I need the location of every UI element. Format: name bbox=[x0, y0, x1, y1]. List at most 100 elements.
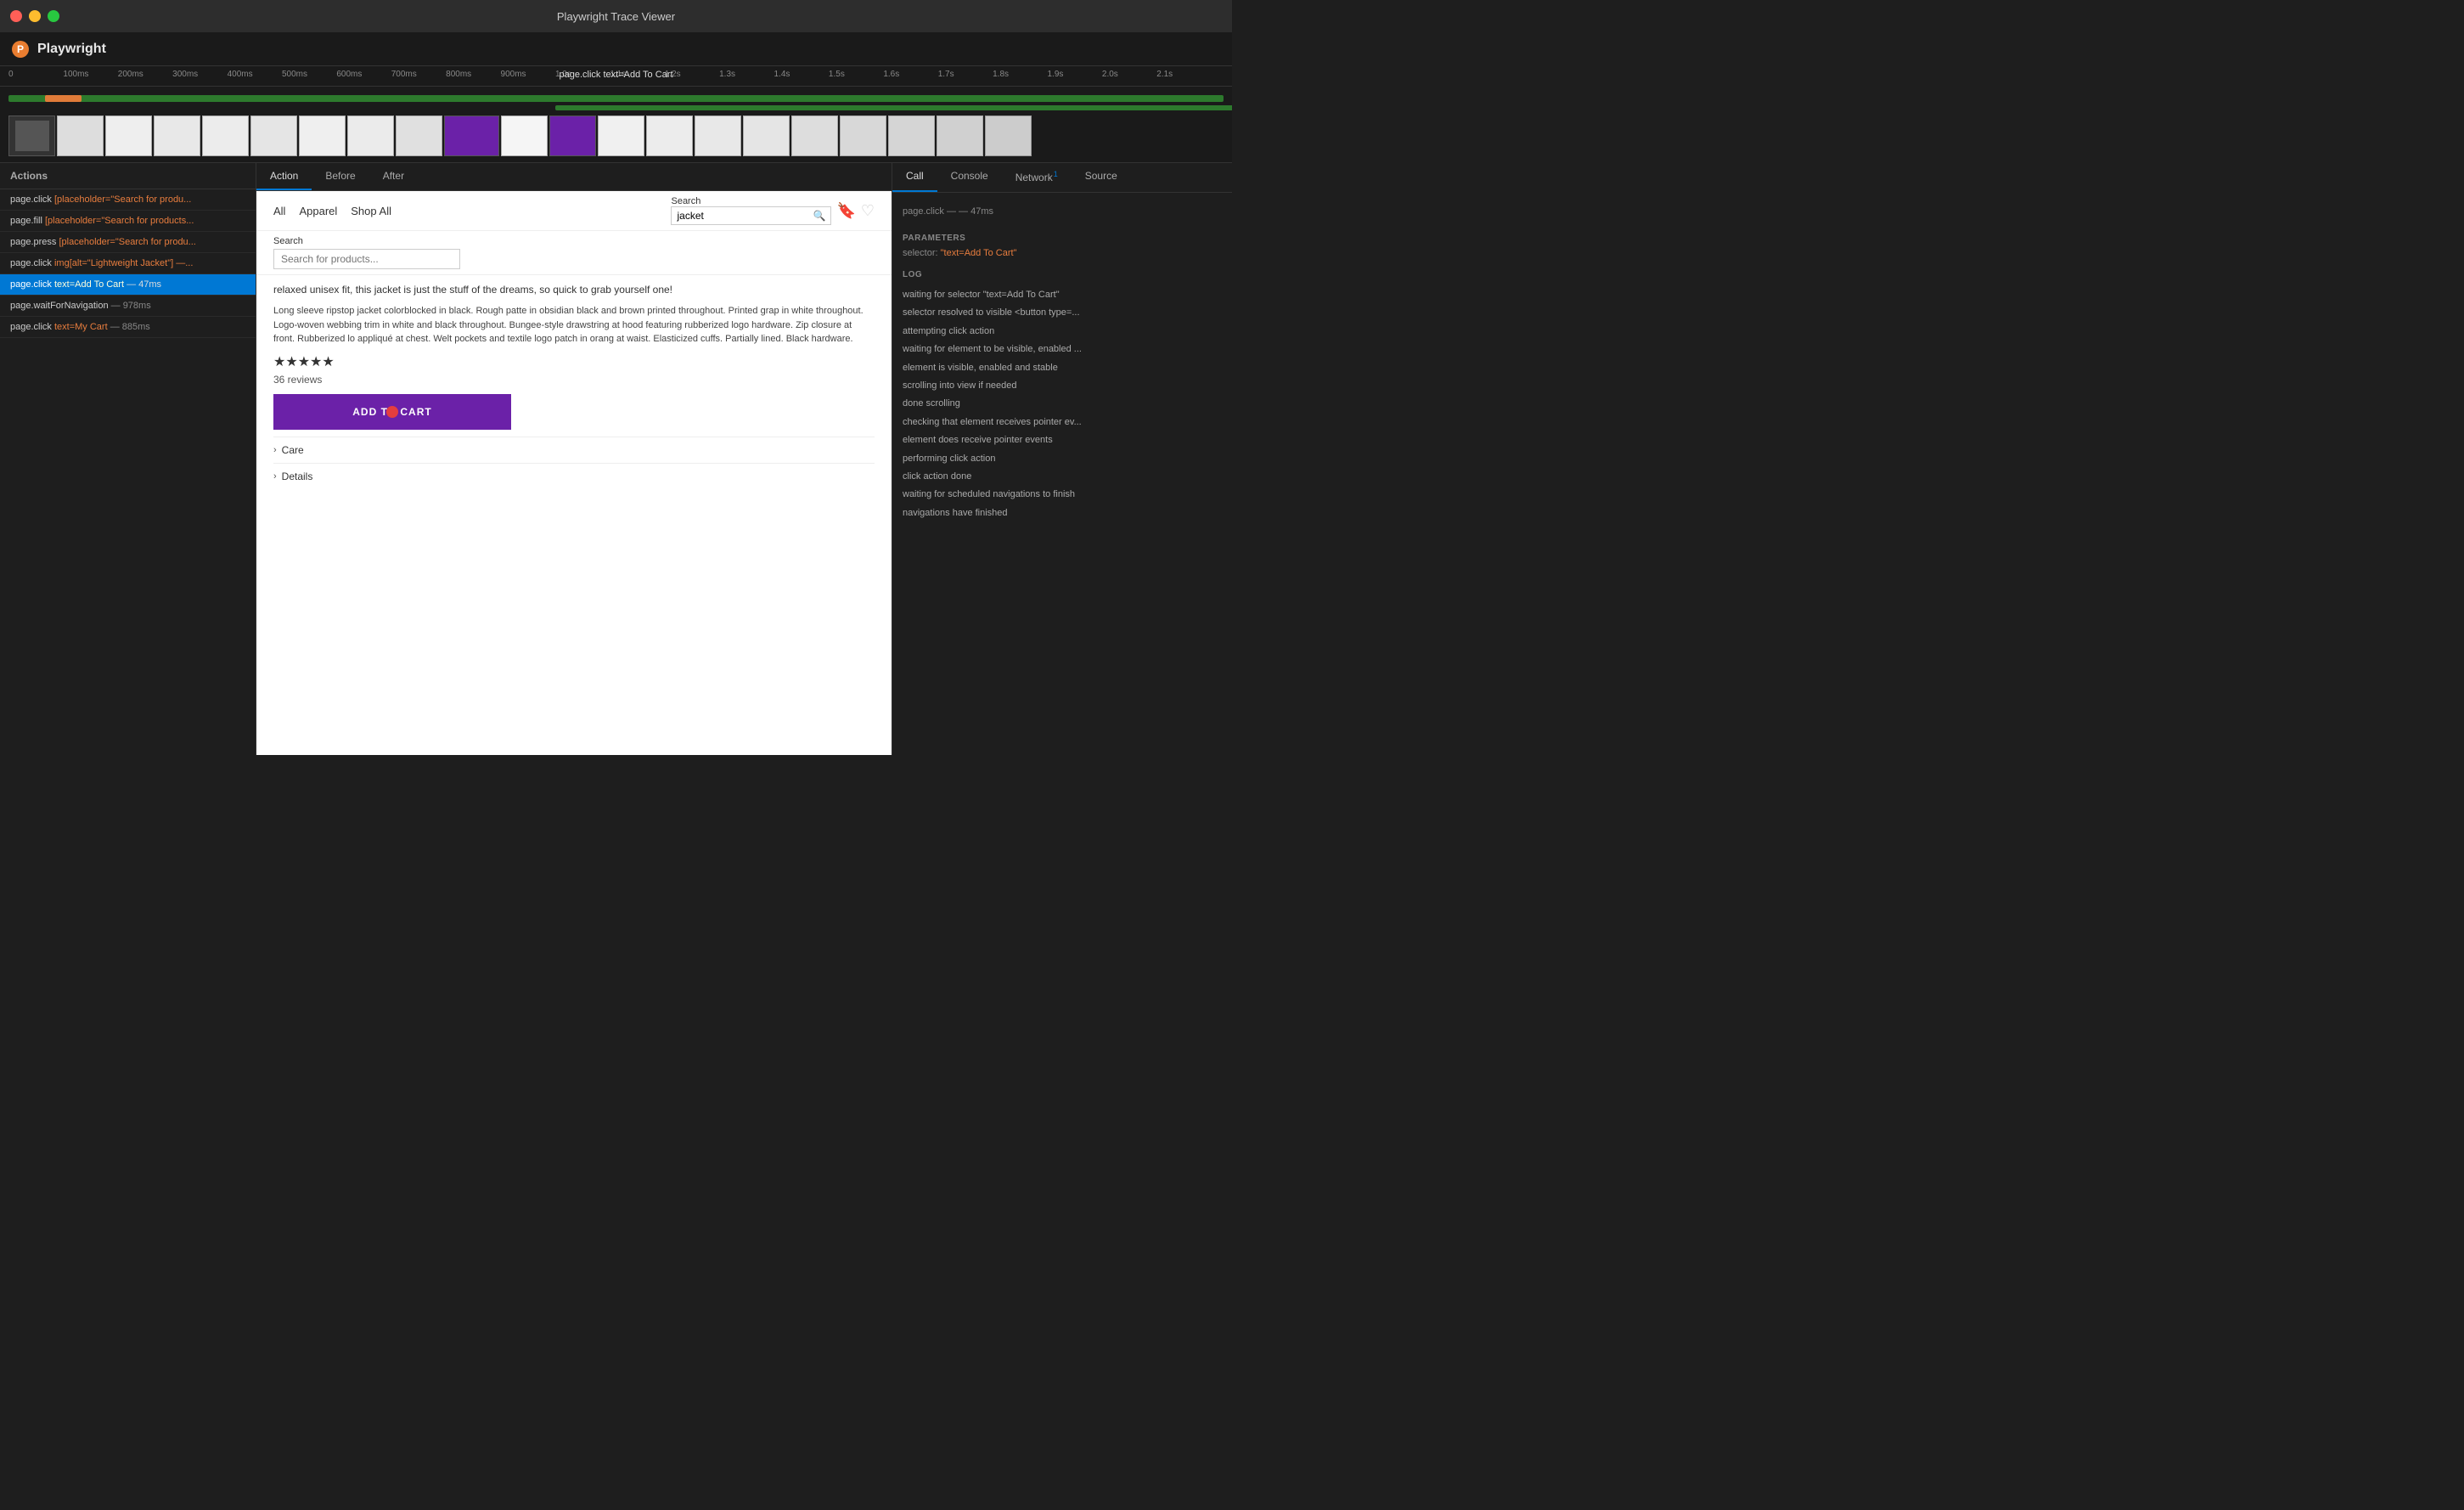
screenshot-thumb-11[interactable] bbox=[598, 116, 644, 156]
screenshot-thumb-9[interactable] bbox=[396, 116, 442, 156]
ruler-mark-300: 300ms bbox=[172, 70, 198, 79]
screenshot-thumb-7[interactable] bbox=[299, 116, 346, 156]
search-input-2[interactable] bbox=[273, 249, 460, 269]
ruler-mark-17: 1.7s bbox=[938, 70, 954, 79]
tab-source[interactable]: Source bbox=[1072, 163, 1131, 192]
screenshot-thumb-1[interactable] bbox=[8, 116, 55, 156]
log-section: waiting for selector "text=Add To Cart" … bbox=[892, 283, 1232, 526]
screenshot-thumb-10[interactable] bbox=[501, 116, 548, 156]
search-label-2: Search bbox=[273, 236, 875, 246]
nav-link-all[interactable]: All bbox=[273, 205, 285, 217]
right-content: page.click — — 47ms PARAMETERS selector:… bbox=[892, 193, 1232, 755]
screenshot-thumb-18[interactable] bbox=[937, 116, 983, 156]
log-item-2: selector resolved to visible <button typ… bbox=[892, 304, 1232, 322]
call-action-time: — bbox=[947, 206, 959, 217]
playwright-logo-icon: P bbox=[10, 39, 31, 59]
screenshot-thumb-15[interactable] bbox=[791, 116, 838, 156]
param-key: selector: bbox=[903, 248, 938, 258]
screenshot-thumb-17[interactable] bbox=[888, 116, 935, 156]
action-item-7[interactable]: page.click text=My Cart — 885ms bbox=[0, 317, 256, 338]
action-item-2[interactable]: page.fill [placeholder="Search for produ… bbox=[0, 211, 256, 232]
ruler-mark-500: 500ms bbox=[282, 70, 307, 79]
params-section-label: PARAMETERS bbox=[892, 230, 1232, 246]
right-panel: Call Console Network1 Source page.click … bbox=[892, 163, 1232, 755]
favorite-icon[interactable]: ♡ bbox=[861, 202, 875, 220]
action-selector-5: text=Add To Cart bbox=[54, 279, 124, 290]
ruler-mark-600: 600ms bbox=[336, 70, 362, 79]
chevron-care-icon: › bbox=[273, 445, 277, 455]
action-item-1[interactable]: page.click [placeholder="Search for prod… bbox=[0, 189, 256, 211]
action-selector-7: text=My Cart bbox=[54, 322, 108, 332]
log-item-13: navigations have finished bbox=[892, 504, 1232, 522]
minimize-button[interactable] bbox=[29, 10, 41, 22]
screenshot-thumb-2[interactable] bbox=[57, 116, 104, 156]
call-title: page.click — — 47ms bbox=[903, 206, 1222, 217]
maximize-button[interactable] bbox=[48, 10, 59, 22]
log-item-1: waiting for selector "text=Add To Cart" bbox=[892, 286, 1232, 304]
action-item-3[interactable]: page.press [placeholder="Search for prod… bbox=[0, 232, 256, 253]
screenshot-thumb-14[interactable] bbox=[743, 116, 790, 156]
timeline-track-main bbox=[8, 95, 1224, 102]
action-item-6[interactable]: page.waitForNavigation — 978ms bbox=[0, 296, 256, 317]
svg-text:P: P bbox=[17, 43, 24, 55]
call-action-name: page.click bbox=[903, 206, 944, 217]
product-reviews: 36 reviews bbox=[273, 374, 875, 386]
tab-action[interactable]: Action bbox=[256, 163, 312, 190]
screenshot-thumb-16[interactable] bbox=[840, 116, 886, 156]
tab-call[interactable]: Call bbox=[892, 163, 937, 192]
actions-header: Actions bbox=[0, 163, 256, 189]
action-name-4: page.click bbox=[10, 258, 54, 268]
action-name-3: page.press bbox=[10, 237, 59, 247]
screenshot-thumb-8[interactable] bbox=[347, 116, 394, 156]
action-selector-2: [placeholder="Search for products... bbox=[45, 216, 194, 226]
tab-network[interactable]: Network1 bbox=[1002, 163, 1072, 192]
screenshot-thumb-13[interactable] bbox=[695, 116, 741, 156]
timeline-tracks[interactable] bbox=[0, 87, 1232, 163]
care-accordion[interactable]: › Care bbox=[273, 437, 875, 463]
care-label: Care bbox=[282, 444, 304, 456]
param-value: "text=Add To Cart" bbox=[941, 248, 1017, 258]
screenshot-thumb-4[interactable] bbox=[154, 116, 200, 156]
product-description-long: Long sleeve ripstop jacket colorblocked … bbox=[273, 304, 875, 347]
ruler-mark-15: 1.5s bbox=[829, 70, 845, 79]
action-time-7: — 885ms bbox=[108, 322, 150, 332]
log-item-6: scrolling into view if needed bbox=[892, 377, 1232, 395]
screenshot-thumb-19[interactable] bbox=[985, 116, 1032, 156]
nav-link-shop-all[interactable]: Shop All bbox=[351, 205, 391, 217]
ruler-mark-19: 1.9s bbox=[1048, 70, 1064, 79]
screenshot-thumb-purple[interactable] bbox=[444, 116, 499, 156]
action-selector-4: img[alt="Lightweight Jacket"] —... bbox=[54, 258, 193, 268]
action-item-5[interactable]: page.click text=Add To Cart — 47ms bbox=[0, 274, 256, 296]
timeline-track-secondary bbox=[555, 105, 1232, 110]
search-icon: 🔍 bbox=[813, 210, 825, 222]
details-label: Details bbox=[282, 470, 313, 482]
screenshot-thumb-3[interactable] bbox=[105, 116, 152, 156]
action-item-4[interactable]: page.click img[alt="Lightweight Jacket"]… bbox=[0, 253, 256, 274]
screenshot-thumb-purple2[interactable] bbox=[549, 116, 596, 156]
tab-after[interactable]: After bbox=[369, 163, 418, 190]
add-to-cart-button[interactable]: ADD TO CART bbox=[273, 394, 511, 430]
window-controls[interactable] bbox=[10, 10, 59, 22]
details-accordion[interactable]: › Details bbox=[273, 463, 875, 489]
action-name-5: page.click bbox=[10, 279, 54, 290]
right-tabs: Call Console Network1 Source bbox=[892, 163, 1232, 193]
call-info: page.click — — 47ms bbox=[892, 200, 1232, 230]
screenshot-thumb-5[interactable] bbox=[202, 116, 249, 156]
actions-panel: Actions page.click [placeholder="Search … bbox=[0, 163, 256, 755]
action-selector-1: [placeholder="Search for produ... bbox=[54, 194, 191, 205]
screenshot-thumb-12[interactable] bbox=[646, 116, 693, 156]
search-input[interactable] bbox=[677, 210, 813, 222]
ruler-mark-20: 2.0s bbox=[1102, 70, 1118, 79]
param-selector-row: selector: "text=Add To Cart" bbox=[892, 246, 1232, 260]
product-description-short: relaxed unisex fit, this jacket is just … bbox=[273, 282, 875, 297]
action-name-6: page.waitForNavigation bbox=[10, 301, 109, 311]
screenshot-thumb-6[interactable] bbox=[250, 116, 297, 156]
nav-link-apparel[interactable]: Apparel bbox=[299, 205, 337, 217]
action-name-7: page.click bbox=[10, 322, 54, 332]
tab-console[interactable]: Console bbox=[937, 163, 1002, 192]
close-button[interactable] bbox=[10, 10, 22, 22]
webpage-screenshot: All Apparel Shop All Search 🔍 � bbox=[256, 191, 892, 755]
tab-before[interactable]: Before bbox=[312, 163, 368, 190]
timeline-ruler[interactable]: 0 100ms 200ms 300ms 400ms 500ms 600ms 70… bbox=[0, 66, 1232, 87]
wishlist-icon[interactable]: 🔖 bbox=[836, 202, 855, 220]
